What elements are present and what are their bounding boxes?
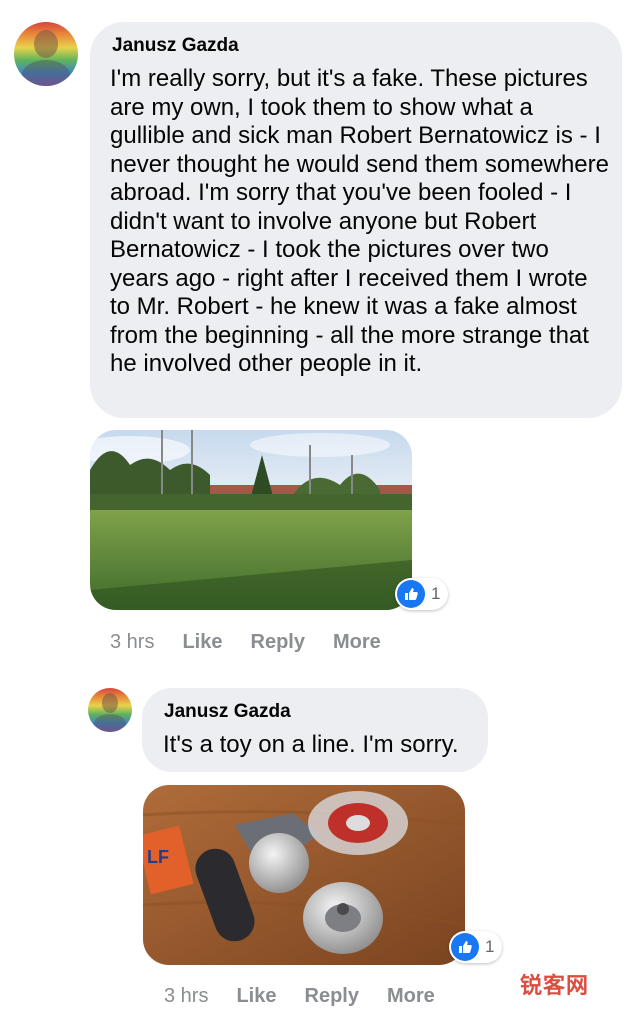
reply-bubble: Janusz Gazda It's a toy on a line. I'm s… (142, 688, 488, 772)
reply-author-name[interactable]: Janusz Gazda (164, 701, 291, 723)
reply-reaction-count: 1 (485, 937, 495, 956)
reply-more-button[interactable]: More (387, 985, 435, 1008)
reaction-count: 1 (431, 584, 441, 603)
reply-actions: 3 hrs Like Reply More (164, 985, 435, 1008)
thumbs-up-icon (451, 933, 479, 961)
reply-reply-button[interactable]: Reply (305, 985, 359, 1008)
watermark-logo: 锐客网 (520, 973, 590, 998)
more-button[interactable]: More (333, 631, 381, 654)
like-button[interactable]: Like (182, 631, 222, 654)
reply-photo-toy[interactable]: LF (143, 785, 465, 965)
comment-author-name[interactable]: Janusz Gazda (112, 35, 239, 57)
reply-timestamp[interactable]: 3 hrs (164, 985, 208, 1008)
svg-text:LF: LF (147, 847, 169, 867)
timestamp[interactable]: 3 hrs (110, 631, 154, 654)
comment-text: I'm really sorry, but it's a fake. These… (110, 65, 609, 377)
reply-text: It's a toy on a line. I'm sorry. (163, 731, 459, 758)
author-avatar[interactable] (14, 22, 78, 86)
comment-actions: 3 hrs Like Reply More (110, 631, 381, 654)
reply-author-avatar[interactable] (88, 688, 132, 732)
reply-button[interactable]: Reply (251, 631, 305, 654)
comment-photo-grass[interactable] (90, 430, 412, 610)
thumbs-up-icon (397, 580, 425, 608)
comment-bubble: Janusz Gazda I'm really sorry, but it's … (90, 22, 622, 418)
reaction-badge[interactable]: 1 (395, 578, 449, 610)
reply-like-button[interactable]: Like (236, 985, 276, 1008)
reply-reaction-badge[interactable]: 1 (449, 931, 503, 963)
